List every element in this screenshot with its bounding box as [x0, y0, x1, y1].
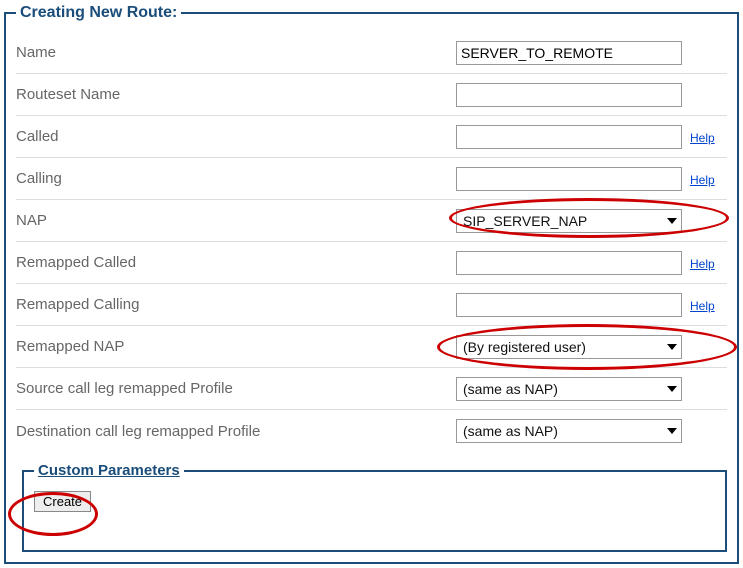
- calling-input[interactable]: [456, 167, 682, 191]
- row-remapped-called: Remapped Called Help: [16, 242, 727, 284]
- src-profile-select-value: (same as NAP): [463, 381, 558, 397]
- label-remapped-calling: Remapped Calling: [16, 296, 456, 313]
- remapped-nap-select[interactable]: (By registered user): [456, 335, 682, 359]
- row-name: Name: [16, 32, 727, 74]
- custom-parameters-fieldset: Custom Parameters Create: [22, 462, 727, 552]
- label-name: Name: [16, 44, 456, 61]
- remapped-nap-select-value: (By registered user): [463, 339, 586, 355]
- row-remapped-nap: Remapped NAP (By registered user): [16, 326, 727, 368]
- chevron-down-icon: [667, 428, 677, 434]
- chevron-down-icon: [667, 386, 677, 392]
- label-remapped-called: Remapped Called: [16, 254, 456, 271]
- called-input[interactable]: [456, 125, 682, 149]
- row-nap: NAP SIP_SERVER_NAP: [16, 200, 727, 242]
- create-button[interactable]: Create: [34, 491, 91, 512]
- row-called: Called Help: [16, 116, 727, 158]
- remapped-called-input[interactable]: [456, 251, 682, 275]
- help-link-calling[interactable]: Help: [690, 173, 715, 187]
- row-remapped-calling: Remapped Calling Help: [16, 284, 727, 326]
- remapped-calling-input[interactable]: [456, 293, 682, 317]
- help-link-remapped-called[interactable]: Help: [690, 257, 715, 271]
- name-input[interactable]: [456, 41, 682, 65]
- nap-select[interactable]: SIP_SERVER_NAP: [456, 209, 682, 233]
- label-nap: NAP: [16, 212, 456, 229]
- row-src-profile: Source call leg remapped Profile (same a…: [16, 368, 727, 410]
- label-dst-profile: Destination call leg remapped Profile: [16, 423, 456, 440]
- chevron-down-icon: [667, 218, 677, 224]
- custom-parameters-legend: Custom Parameters: [34, 462, 184, 479]
- label-calling: Calling: [16, 170, 456, 187]
- fieldset-legend: Creating New Route:: [16, 4, 181, 22]
- help-link-called[interactable]: Help: [690, 131, 715, 145]
- label-src-profile: Source call leg remapped Profile: [16, 380, 456, 397]
- label-routeset-name: Routeset Name: [16, 86, 456, 103]
- row-calling: Calling Help: [16, 158, 727, 200]
- label-called: Called: [16, 128, 456, 145]
- nap-select-value: SIP_SERVER_NAP: [463, 213, 587, 229]
- src-profile-select[interactable]: (same as NAP): [456, 377, 682, 401]
- row-dst-profile: Destination call leg remapped Profile (s…: [16, 410, 727, 452]
- label-remapped-nap: Remapped NAP: [16, 338, 456, 355]
- dst-profile-select[interactable]: (same as NAP): [456, 419, 682, 443]
- chevron-down-icon: [667, 344, 677, 350]
- row-routeset-name: Routeset Name: [16, 74, 727, 116]
- dst-profile-select-value: (same as NAP): [463, 423, 558, 439]
- help-link-remapped-calling[interactable]: Help: [690, 299, 715, 313]
- creating-new-route-fieldset: Creating New Route: Name Routeset Name C…: [4, 4, 739, 564]
- routeset-name-input[interactable]: [456, 83, 682, 107]
